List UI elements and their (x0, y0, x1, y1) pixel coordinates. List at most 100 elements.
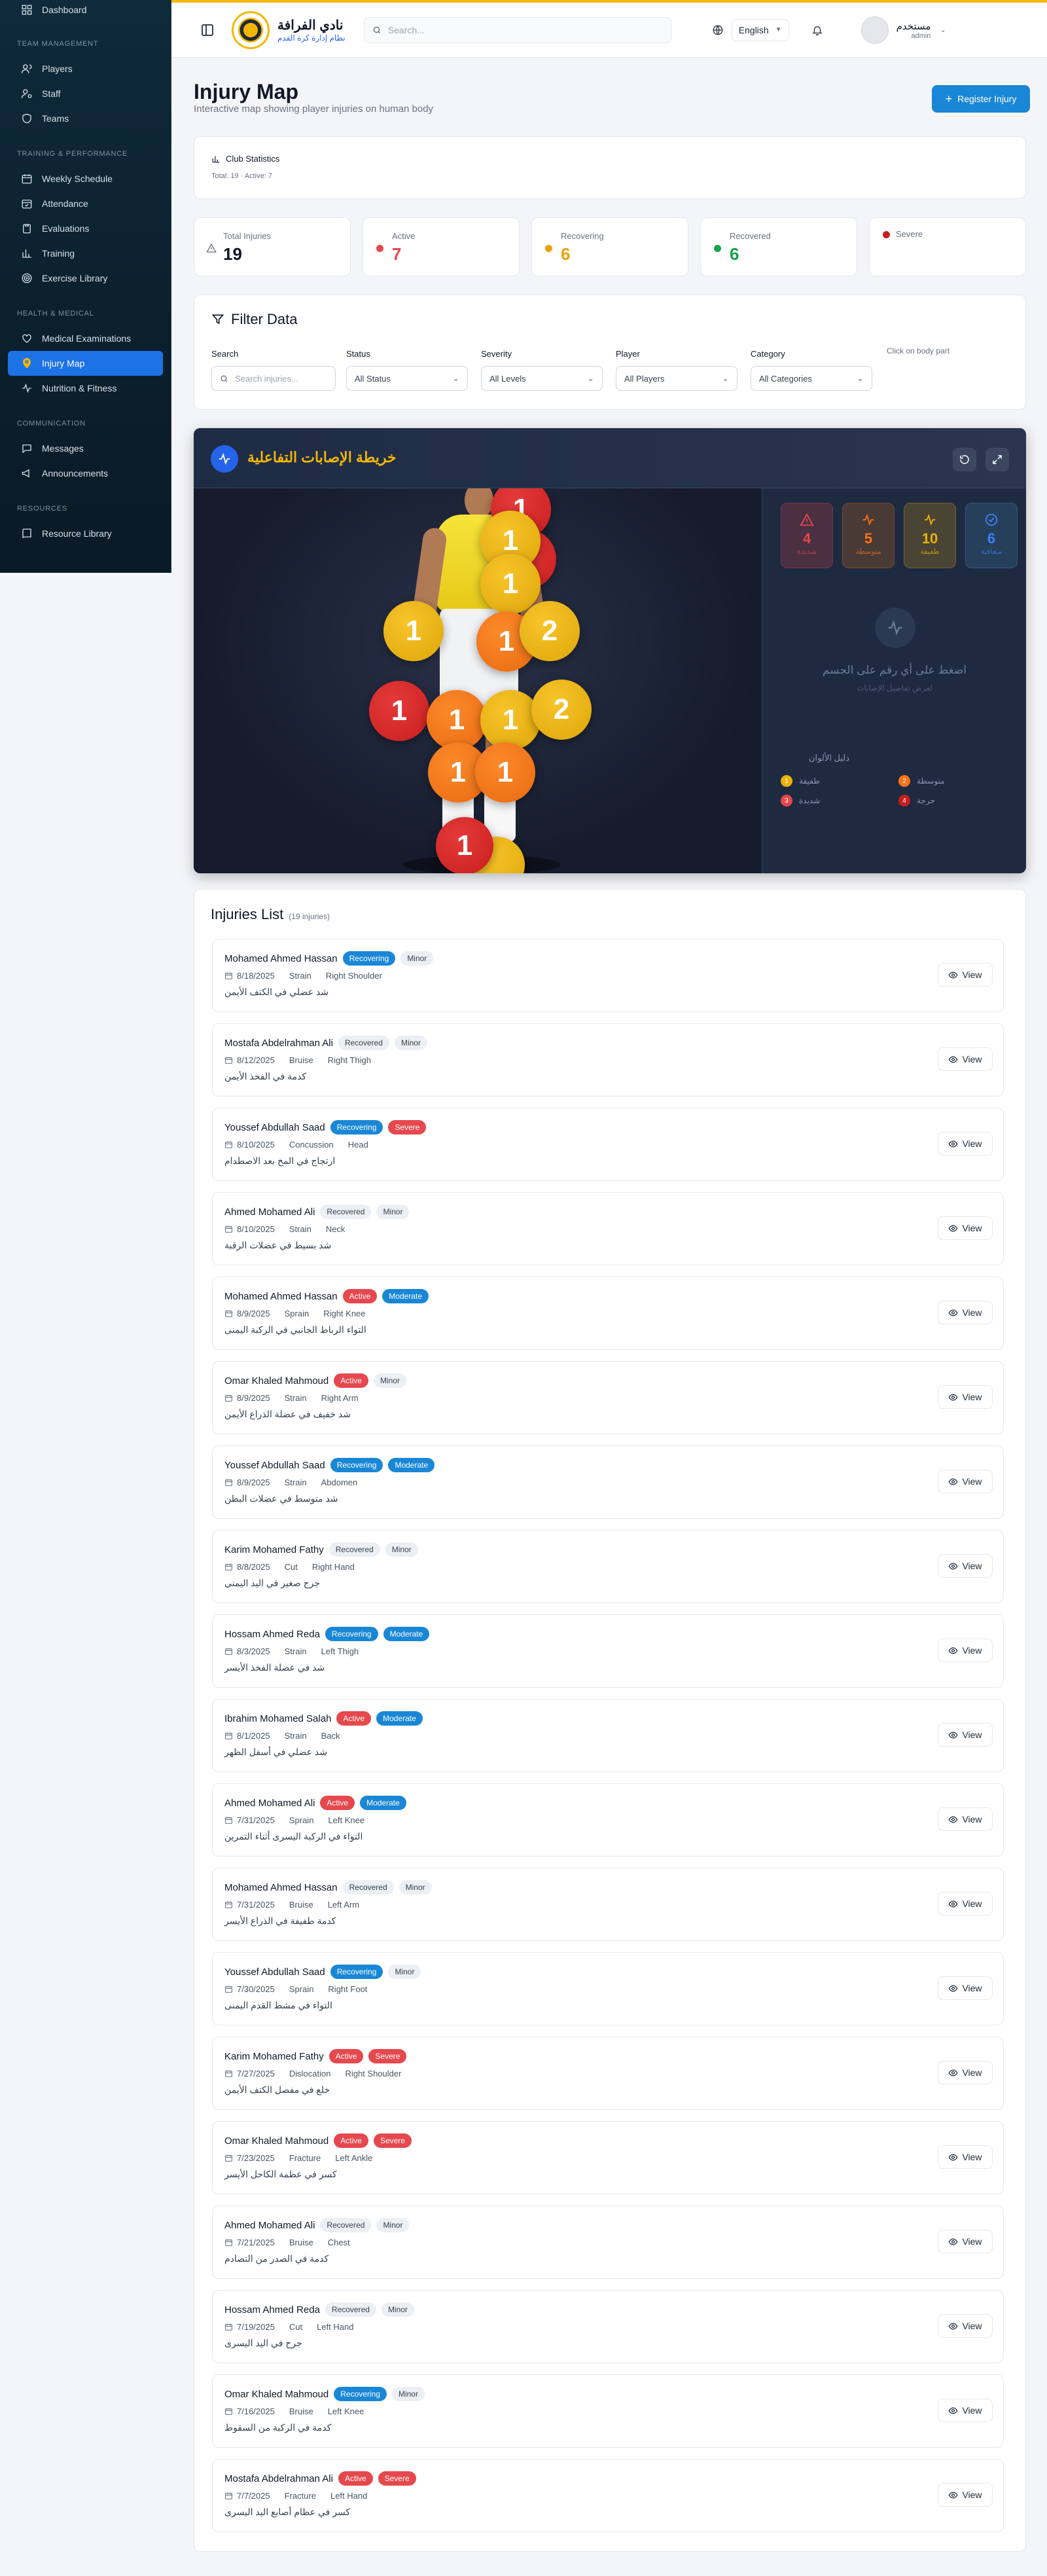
sidebar-item-training[interactable]: Training (8, 241, 163, 266)
view-injury-button[interactable]: View (938, 2483, 993, 2507)
filter-icon (211, 314, 224, 325)
injury-type: Dislocation (289, 2069, 331, 2078)
injury-marker[interactable]: 2 (520, 601, 580, 661)
register-injury-button[interactable]: + Register Injury (932, 85, 1030, 113)
injury-marker[interactable]: 1 (475, 742, 535, 803)
view-injury-button[interactable]: View (938, 1385, 993, 1409)
search-box[interactable]: Search... (363, 16, 671, 43)
view-injury-button[interactable]: View (938, 1216, 993, 1240)
status-badge: Active (328, 2049, 364, 2063)
view-injury-button[interactable]: View (938, 1976, 993, 2000)
topbar: نادي الفرافة نظام إدارة كرة القدم Search… (171, 0, 1047, 58)
injury-row: Mostafa Abdelrahman Ali Active Severe 7/7/2… (212, 2459, 1004, 2532)
sidebar-item-weekly-schedule[interactable]: Weekly Schedule (8, 166, 163, 191)
chevron-down-icon: ⌄ (722, 373, 729, 383)
view-injury-button[interactable]: View (938, 1892, 993, 1915)
sidebar-item-messages[interactable]: Messages (8, 436, 163, 461)
view-injury-button[interactable]: View (938, 2230, 993, 2253)
view-injury-button[interactable]: View (938, 1723, 993, 1747)
injury-marker[interactable]: 1 (383, 601, 444, 661)
status-dot (883, 231, 890, 238)
search-input[interactable]: Search... (388, 25, 425, 35)
injury-location: Right Thigh (327, 1055, 371, 1065)
sidebar-item-staff[interactable]: Staff (8, 81, 163, 106)
map-pin-icon (23, 357, 31, 369)
avatar[interactable] (861, 16, 889, 44)
view-injury-button[interactable]: View (938, 1470, 993, 1493)
stat-label: Total Injuries (223, 231, 271, 241)
sidebar-item-dashboard[interactable]: Dashboard (8, 0, 163, 22)
view-injury-button[interactable]: View (938, 2061, 993, 2084)
severity-select[interactable]: All Levels ⌄ (481, 366, 603, 391)
injury-type: Cut (284, 1562, 298, 1572)
bell-icon[interactable] (811, 24, 823, 36)
sidebar-item-label: Resource Library (42, 528, 112, 539)
calendar-icon (225, 1479, 232, 1486)
injury-location: Left Knee (328, 1815, 365, 1825)
view-injury-button[interactable]: View (938, 1132, 993, 1155)
category-select[interactable]: All Categories ⌄ (751, 366, 872, 391)
body-viewer[interactable]: 1 1 1 1 1 1 2 1 1 1 2 1 1 1 (194, 488, 762, 873)
language-select[interactable]: English ▼ (731, 18, 789, 41)
view-injury-button[interactable]: View (938, 2314, 993, 2338)
calendar-icon (225, 1986, 232, 1993)
player-name: Youssef Abdullah Saad (224, 1121, 325, 1133)
bar-chart-icon (22, 249, 31, 258)
injury-marker[interactable]: 1 (480, 690, 541, 750)
sidebar-item-announcements[interactable]: Announcements (8, 461, 163, 486)
severity-stat-box: 6 متعافية (965, 503, 1018, 568)
legend-swatch: 2 (898, 775, 910, 787)
sidebar-item-players[interactable]: Players (8, 56, 163, 81)
sidebar-item-resource-library[interactable]: Resource Library (8, 521, 163, 546)
injury-marker[interactable]: 1 (436, 817, 493, 873)
view-injury-button[interactable]: View (938, 1301, 993, 1324)
injury-marker[interactable]: 1 (480, 554, 541, 614)
page-title: Injury Map (194, 80, 299, 103)
player-name: Mostafa Abdelrahman Ali (224, 2473, 333, 2484)
sidebar-item-evaluations[interactable]: Evaluations (8, 216, 163, 241)
injury-type: Sprain (289, 1815, 314, 1825)
fullscreen-button[interactable] (985, 448, 1009, 471)
view-injury-button[interactable]: View (938, 2145, 993, 2169)
injury-description: كسر في عظام أصابع اليد اليسرى (224, 2507, 351, 2517)
stat-value: 6 (987, 530, 996, 547)
severity-badge: Moderate (376, 1711, 423, 1726)
calendar-check-icon (22, 200, 32, 209)
calendar-icon (225, 2408, 232, 2415)
view-injury-button[interactable]: View (938, 1807, 993, 1831)
injury-location: Right Shoulder (345, 2069, 402, 2078)
sidebar-toggle-icon[interactable] (202, 24, 213, 36)
eye-icon (948, 971, 958, 979)
view-injury-button[interactable]: View (938, 1554, 993, 1578)
injury-search-input[interactable]: Search injuries... (211, 366, 336, 391)
reset-view-button[interactable] (953, 448, 976, 471)
view-injury-button[interactable]: View (938, 963, 993, 987)
sidebar-item-exercise-library[interactable]: Exercise Library (8, 266, 163, 291)
player-select[interactable]: All Players ⌄ (616, 366, 737, 391)
injury-marker[interactable]: 2 (531, 680, 592, 740)
globe-icon[interactable] (712, 24, 724, 36)
check-circle-icon (985, 513, 998, 526)
sidebar-item-teams[interactable]: Teams (8, 106, 163, 131)
injury-type: Fracture (289, 2153, 321, 2163)
injury-marker[interactable]: 1 (369, 681, 429, 741)
sidebar-item-medical-examinations[interactable]: Medical Examinations (8, 326, 163, 351)
injury-marker[interactable]: 1 (427, 690, 487, 750)
injury-location: Right Knee (323, 1309, 366, 1318)
eye-icon (948, 2238, 958, 2245)
injury-location: Back (321, 1731, 340, 1741)
sidebar-item-nutrition[interactable]: Nutrition & Fitness (8, 376, 163, 401)
sidebar-item-attendance[interactable]: Attendance (8, 191, 163, 216)
severity-badge: Minor (399, 1880, 432, 1895)
view-injury-button[interactable]: View (938, 2399, 993, 2422)
chevron-down-icon[interactable]: ⌄ (940, 26, 946, 34)
view-injury-button[interactable]: View (938, 1047, 993, 1071)
injury-row: Omar Khaled Mahmoud Active Severe 7/23/2025… (212, 2121, 1004, 2194)
status-select[interactable]: All Status ⌄ (346, 366, 468, 391)
status-badge: Recovering (325, 1627, 378, 1641)
calendar-icon (225, 2154, 232, 2162)
stat-value: 6 (561, 244, 571, 264)
view-injury-button[interactable]: View (938, 1639, 993, 1662)
sidebar-item-injury-map[interactable]: Injury Map (8, 351, 163, 376)
player-name: Karim Mohamed Fathy (224, 2050, 324, 2062)
